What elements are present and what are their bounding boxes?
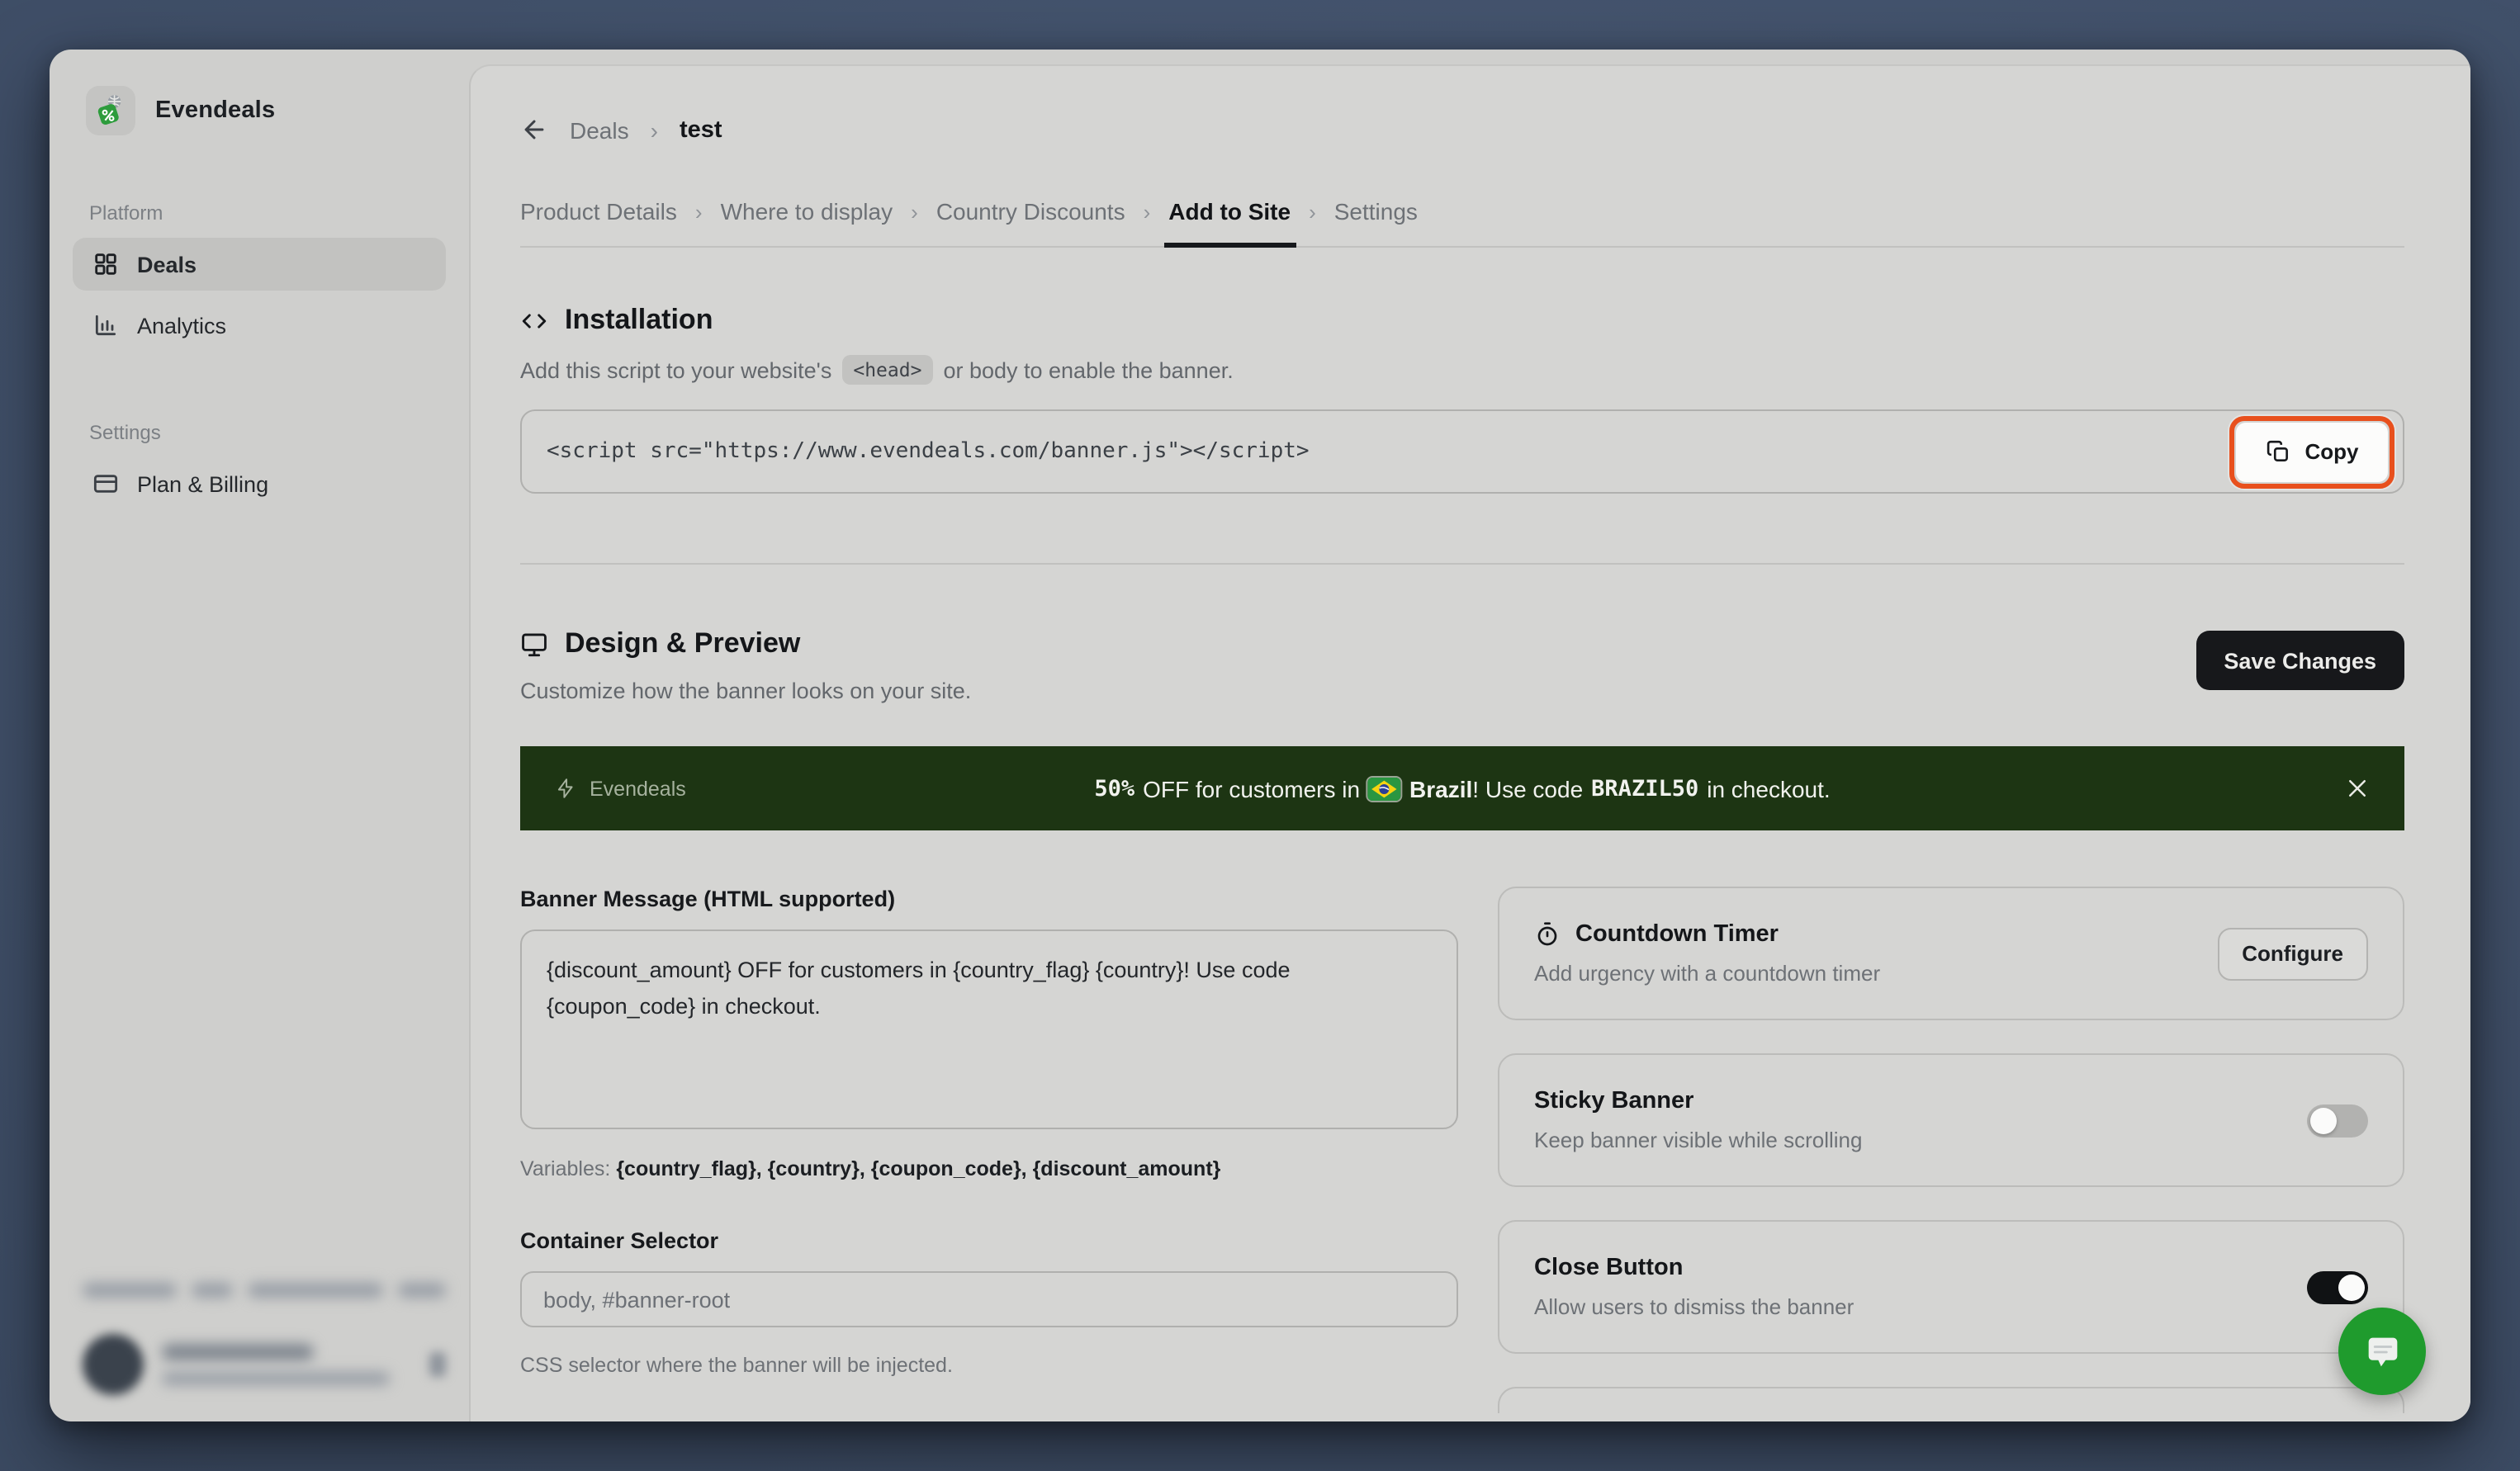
lightning-icon	[555, 778, 576, 799]
grid-icon	[92, 251, 119, 277]
installation-description: Add this script to your website's <head>…	[520, 355, 2404, 385]
banner-coupon: BRAZIL50	[1591, 775, 1698, 802]
banner-text: OFF for customers in	[1143, 775, 1360, 802]
installation-heading: Installation	[520, 304, 2404, 337]
credit-card-icon	[92, 471, 119, 497]
copy-button[interactable]: Copy	[2236, 422, 2388, 481]
banner-brand-label: Evendeals	[590, 777, 686, 800]
container-selector-help: CSS selector where the banner will be in…	[520, 1354, 1458, 1377]
close-button-title: Close Button	[1534, 1255, 1683, 1281]
form-left-column: Banner Message (HTML supported) {discoun…	[520, 887, 1458, 1377]
brand[interactable]: Evendeals	[86, 86, 446, 135]
main-panel: Deals › test Product Details › Where to …	[469, 64, 2470, 1421]
tab-add-to-site[interactable]: Add to Site	[1168, 198, 1291, 225]
desktop-background: Evendeals Platform Deals Analytics Setti…	[0, 0, 2520, 1471]
copy-icon	[2266, 439, 2290, 464]
stopwatch-icon	[1534, 921, 1561, 948]
banner-brand: Evendeals	[555, 777, 686, 800]
sidebar-item-label: Deals	[137, 252, 197, 277]
sticky-banner-card: Sticky Banner Keep banner visible while …	[1498, 1053, 2404, 1187]
variables-label: Variables:	[520, 1157, 610, 1180]
chat-widget-button[interactable]	[2338, 1308, 2426, 1395]
breadcrumb-parent[interactable]: Deals	[570, 116, 629, 143]
design-preview-title: Design & Preview	[565, 627, 800, 660]
tab-separator: ›	[1309, 199, 1316, 224]
close-button-card: Close Button Allow users to dismiss the …	[1498, 1220, 2404, 1354]
tab-separator: ›	[911, 199, 918, 224]
banner-text: ! Use code	[1472, 775, 1583, 802]
head-tag-chip: <head>	[841, 355, 933, 385]
design-preview-heading: Design & Preview	[520, 627, 971, 660]
monitor-icon	[520, 630, 548, 658]
breadcrumb-current: test	[680, 116, 722, 143]
close-button-description: Allow users to dismiss the banner	[1534, 1294, 1854, 1319]
banner-preview: Evendeals 50% OFF for customers in Brazi…	[520, 746, 2404, 830]
form-right-column: Countdown Timer Add urgency with a count…	[1498, 887, 2404, 1413]
install-script-box: <script src="https://www.evendeals.com/b…	[520, 409, 2404, 494]
variables-hint: Variables: {country_flag}, {country}, {c…	[520, 1157, 1458, 1180]
sidebar-section-settings: Settings	[89, 421, 446, 444]
variables-value: {country_flag}, {country}, {coupon_code}…	[616, 1157, 1220, 1180]
container-selector-input[interactable]	[520, 1271, 1458, 1327]
code-icon	[520, 306, 548, 334]
banner-message-preview: 50% OFF for customers in Brazil! Use cod…	[1094, 775, 1830, 802]
breadcrumb: Deals › test	[520, 116, 2404, 144]
countdown-timer-description: Add urgency with a countdown timer	[1534, 961, 1880, 986]
redacted-user-menu-icon	[429, 1352, 446, 1377]
design-preview-subtitle: Customize how the banner looks on your s…	[520, 679, 971, 703]
save-changes-button[interactable]: Save Changes	[2196, 631, 2404, 690]
tab-separator: ›	[1144, 199, 1151, 224]
close-button-toggle[interactable]	[2307, 1270, 2368, 1303]
user-account[interactable]	[83, 1334, 446, 1395]
brand-name: Evendeals	[155, 97, 275, 124]
redacted-footer-links[interactable]	[83, 1283, 446, 1298]
design-form: Banner Message (HTML supported) {discoun…	[520, 887, 2404, 1413]
step-tabs: Product Details › Where to display › Cou…	[520, 198, 2404, 248]
sidebar-footer	[83, 1283, 446, 1395]
banner-discount: 50%	[1094, 775, 1134, 802]
tab-settings[interactable]: Settings	[1334, 198, 1418, 225]
sticky-banner-title: Sticky Banner	[1534, 1088, 1693, 1114]
sidebar-item-label: Plan & Billing	[137, 471, 268, 496]
sticky-banner-description: Keep banner visible while scrolling	[1534, 1128, 1862, 1152]
copy-button-label: Copy	[2305, 439, 2359, 464]
banner-message-label: Banner Message (HTML supported)	[520, 887, 1458, 911]
banner-close-icon[interactable]	[2345, 776, 2370, 801]
tab-where-to-display[interactable]: Where to display	[721, 198, 893, 225]
banner-message-textarea[interactable]: {discount_amount} OFF for customers in {…	[520, 929, 1458, 1129]
installation-title: Installation	[565, 304, 713, 337]
sticky-banner-toggle[interactable]	[2307, 1104, 2368, 1137]
installation-desc-suffix: or body to enable the banner.	[943, 357, 1233, 382]
sidebar-item-label: Analytics	[137, 313, 226, 338]
countdown-timer-card: Countdown Timer Add urgency with a count…	[1498, 887, 2404, 1020]
bar-chart-icon	[92, 312, 119, 338]
evendeals-logo-icon	[86, 86, 135, 135]
design-preview-header: Design & Preview Customize how the banne…	[520, 627, 2404, 703]
install-script-code[interactable]: <script src="https://www.evendeals.com/b…	[547, 439, 1310, 464]
section-divider	[520, 563, 2404, 565]
sidebar-section-platform: Platform	[89, 201, 446, 225]
avatar	[83, 1334, 144, 1395]
tab-product-details[interactable]: Product Details	[520, 198, 677, 225]
chat-bubble-icon	[2361, 1330, 2404, 1373]
sidebar: Evendeals Platform Deals Analytics Setti…	[50, 50, 469, 1421]
app-window: Evendeals Platform Deals Analytics Setti…	[50, 50, 2470, 1421]
installation-desc-prefix: Add this script to your website's	[520, 357, 831, 382]
back-arrow-icon[interactable]	[520, 116, 548, 144]
container-selector-label: Container Selector	[520, 1228, 1458, 1253]
sidebar-item-plan-billing[interactable]: Plan & Billing	[73, 457, 446, 510]
configure-button[interactable]: Configure	[2217, 927, 2368, 980]
next-card-partial	[1498, 1387, 2404, 1413]
tab-separator: ›	[695, 199, 703, 224]
brazil-flag-icon	[1368, 777, 1401, 800]
redacted-user-info	[162, 1344, 411, 1385]
breadcrumb-separator: ›	[651, 116, 658, 143]
countdown-timer-title: Countdown Timer	[1575, 921, 1779, 948]
sidebar-item-deals[interactable]: Deals	[73, 238, 446, 291]
banner-text: in checkout.	[1707, 775, 1830, 802]
copy-button-highlight: Copy	[2229, 415, 2394, 488]
tab-country-discounts[interactable]: Country Discounts	[936, 198, 1125, 225]
banner-country: Brazil	[1409, 775, 1472, 802]
sidebar-item-analytics[interactable]: Analytics	[73, 299, 446, 352]
